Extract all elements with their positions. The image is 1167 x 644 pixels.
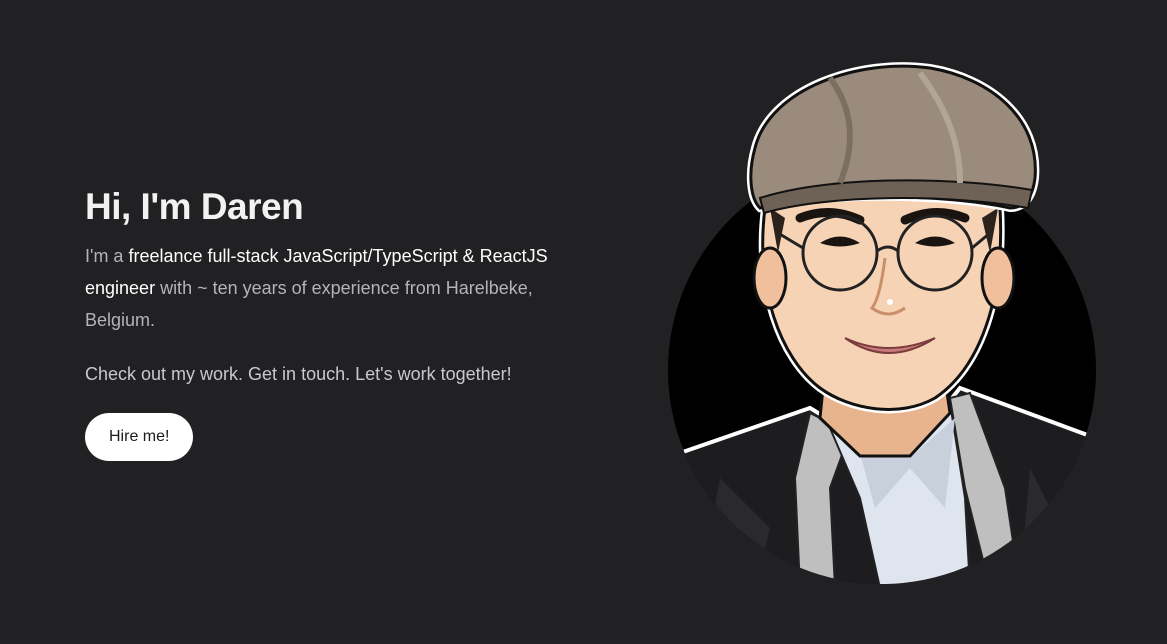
cta-text: Check out my work. Get in touch. Let's w…: [85, 364, 512, 384]
headline: Hi, I'm Daren: [85, 186, 304, 227]
intro-block: Hi, I'm Daren I'm a freelance full-stack…: [85, 186, 585, 461]
hero-section: Hi, I'm Daren I'm a freelance full-stack…: [0, 0, 1167, 644]
bio-prefix: I'm a: [85, 246, 129, 266]
bio-text: I'm a freelance full-stack JavaScript/Ty…: [85, 240, 565, 336]
avatar-portrait-icon: [668, 62, 1096, 584]
hire-me-button[interactable]: Hire me!: [85, 413, 194, 461]
